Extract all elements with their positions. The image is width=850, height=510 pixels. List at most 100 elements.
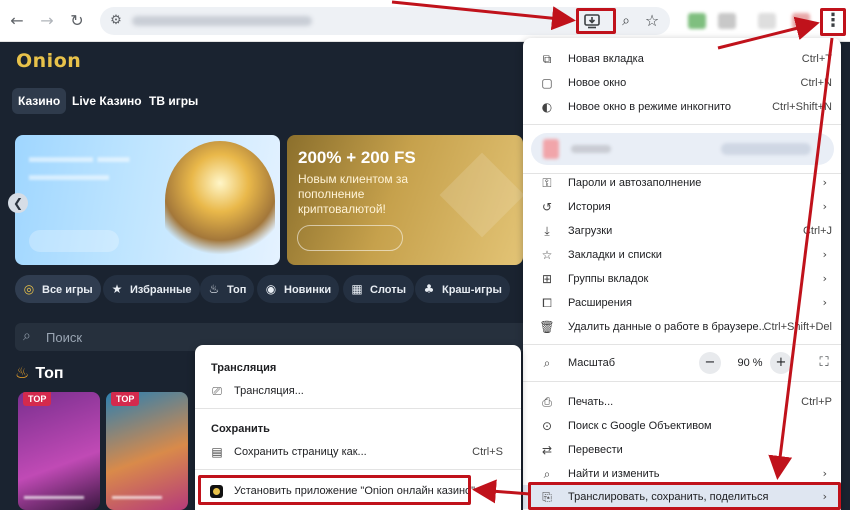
fullscreen-button[interactable]: ⛶	[813, 352, 835, 374]
chevron-right-icon: ›	[822, 200, 827, 213]
banner-title-blurred: ▬▬▬▬ ▬▬ ▬▬▬▬▬	[29, 149, 130, 184]
filter-slots[interactable]: ▦ Слоты	[343, 275, 415, 303]
divider	[195, 469, 521, 470]
search-placeholder: Поиск	[46, 330, 83, 345]
filter-top[interactable]: ♨ Топ	[200, 275, 255, 303]
star-icon[interactable]: ☆	[642, 10, 662, 32]
history-icon: ↺	[541, 200, 553, 214]
game-card[interactable]: TOP ▬▬▬▬▬▬	[18, 392, 100, 510]
menu-item-bookmarks[interactable]: ☆ Закладки и списки ›	[523, 243, 841, 267]
cast-icon: ⎚	[212, 384, 222, 398]
promo-banner[interactable]: ▬▬▬▬ ▬▬ ▬▬▬▬▬	[15, 135, 280, 265]
new-window-icon: ▢	[541, 76, 553, 90]
highlight-cast-save-share	[528, 482, 841, 510]
filter-label: Слоты	[370, 284, 407, 296]
fire-icon: ♨	[208, 282, 220, 296]
new-tab-icon: ⧉	[542, 52, 552, 66]
incognito-icon: ◐	[541, 100, 553, 114]
banner-cta[interactable]	[29, 230, 119, 252]
fullscreen-icon: ⛶	[819, 355, 829, 370]
reload-icon: ↻	[70, 11, 84, 30]
profile-status-blurred	[721, 143, 811, 155]
zoom-out-button[interactable]: −	[699, 352, 721, 374]
back-button[interactable]: ←	[6, 10, 28, 32]
browser-main-menu: ⧉ Новая вкладка Ctrl+T ▢ Новое окно Ctrl+N ◐…	[523, 38, 841, 510]
profile-name-blurred	[571, 145, 611, 153]
arrow-left-icon: ←	[10, 11, 24, 30]
extension-icon[interactable]	[688, 13, 706, 29]
top-badge: TOP	[23, 392, 52, 406]
highlight-menu-button	[820, 8, 846, 36]
filter-favorites[interactable]: ★ Избранные	[103, 275, 200, 303]
banner-cta[interactable]	[297, 225, 403, 251]
menu-item-tab-groups[interactable]: ⊞ Группы вкладок ›	[523, 267, 841, 291]
site-logo[interactable]: Onion	[16, 50, 81, 72]
carousel-prev-button[interactable]: ❮	[8, 193, 28, 213]
key-icon: ⚿	[542, 176, 552, 190]
tab-tv-games[interactable]: ТВ игры	[143, 88, 204, 114]
filter-label: Избранные	[130, 284, 192, 296]
tab-live-casino[interactable]: Live Казино	[66, 88, 148, 114]
tune-icon[interactable]: ⚙	[108, 13, 124, 29]
game-name-blurred: ▬▬▬▬▬▬	[24, 491, 84, 502]
chevron-right-icon: ›	[822, 176, 827, 189]
menu-item-passwords[interactable]: ⚿ Пароли и автозаполнение ›	[523, 171, 841, 195]
tab-casino[interactable]: Казино	[12, 88, 67, 114]
game-card[interactable]: TOP ▬▬▬▬▬	[106, 392, 188, 510]
highlight-install-app	[198, 475, 471, 505]
submenu-item-save-page[interactable]: ▤ Сохранить страницу как... Ctrl+S	[195, 441, 521, 463]
filter-new[interactable]: ◉ Новинки	[257, 275, 340, 303]
menu-item-new-window[interactable]: ▢ Новое окно Ctrl+N	[523, 71, 841, 95]
filter-crash-games[interactable]: ♣ Краш-игры	[415, 275, 510, 303]
menu-item-extensions[interactable]: ⧠ Расширения ›	[523, 291, 841, 315]
puzzle-icon: ⧠	[542, 296, 552, 310]
reload-button[interactable]: ↻	[66, 10, 88, 32]
filter-all-games[interactable]: ◎ Все игры	[15, 275, 101, 303]
profile-row[interactable]	[531, 133, 834, 165]
trash-icon: 🗑	[539, 320, 555, 334]
promo-banner-crypto[interactable]: 200% + 200 FS Новым клиентом за пополнен…	[287, 135, 523, 265]
rocket-icon: ♣	[423, 282, 435, 296]
forward-button[interactable]: →	[36, 10, 58, 32]
lens-icon: ⊙	[541, 419, 553, 433]
filter-label: Топ	[227, 284, 247, 296]
menu-item-history[interactable]: ↺ История ›	[523, 195, 841, 219]
divider	[523, 381, 841, 382]
save-page-icon: ▤	[211, 445, 223, 459]
highlight-install-icon	[576, 8, 616, 34]
submenu-item-cast[interactable]: ⎚ Трансляция...	[195, 380, 521, 402]
diamond-decoration	[439, 152, 523, 238]
compass-icon: ◎	[23, 282, 35, 296]
translate-icon: ⇄	[541, 443, 553, 457]
download-icon: ⤓	[544, 224, 550, 238]
menu-item-translate[interactable]: ⇄ Перевести	[523, 438, 841, 462]
browser-toolbar: ← → ↻ ⚙ ⌕ ☆ ⋮	[0, 0, 850, 42]
banner-subtitle: Новым клиентом за пополнение криптовалют…	[298, 172, 409, 216]
chevron-left-icon: ❮	[12, 196, 24, 210]
chevron-right-icon: ›	[822, 272, 827, 285]
menu-item-downloads[interactable]: ⤓ Загрузки Ctrl+J	[523, 219, 841, 243]
menu-item-clear-data[interactable]: 🗑 Удалить данные о работе в браузере... Ct…	[523, 315, 841, 339]
new-icon: ◉	[265, 282, 277, 296]
star-icon: ☆	[541, 248, 553, 262]
menu-item-new-tab[interactable]: ⧉ Новая вкладка Ctrl+T	[523, 47, 841, 71]
arrow-right-icon: →	[40, 11, 54, 30]
menu-item-zoom: ⌕ Масштаб − 90 % + ⛶	[523, 351, 841, 375]
extension-icon[interactable]	[718, 13, 736, 29]
top-badge: TOP	[111, 392, 140, 406]
menu-item-google-lens[interactable]: ⊙ Поиск с Google Объективом	[523, 414, 841, 438]
menu-item-incognito[interactable]: ◐ Новое окно в режиме инкогнито Ctrl+Shift…	[523, 95, 841, 119]
divider	[523, 124, 841, 125]
url-text	[132, 16, 312, 26]
banner-title: 200% + 200 FS	[298, 148, 416, 167]
filter-label: Краш-игры	[442, 284, 502, 296]
chevron-right-icon: ›	[822, 248, 827, 261]
filter-label: Все игры	[42, 284, 93, 296]
zoom-in-button[interactable]: +	[770, 352, 792, 374]
menu-item-print[interactable]: ⎙ Печать... Ctrl+P	[523, 390, 841, 414]
magnifier-icon[interactable]: ⌕	[616, 10, 636, 32]
game-name-blurred: ▬▬▬▬▬	[112, 491, 162, 502]
extension-icon[interactable]	[758, 13, 776, 29]
profile-avatar[interactable]	[792, 13, 810, 29]
star-icon: ★	[111, 282, 123, 296]
